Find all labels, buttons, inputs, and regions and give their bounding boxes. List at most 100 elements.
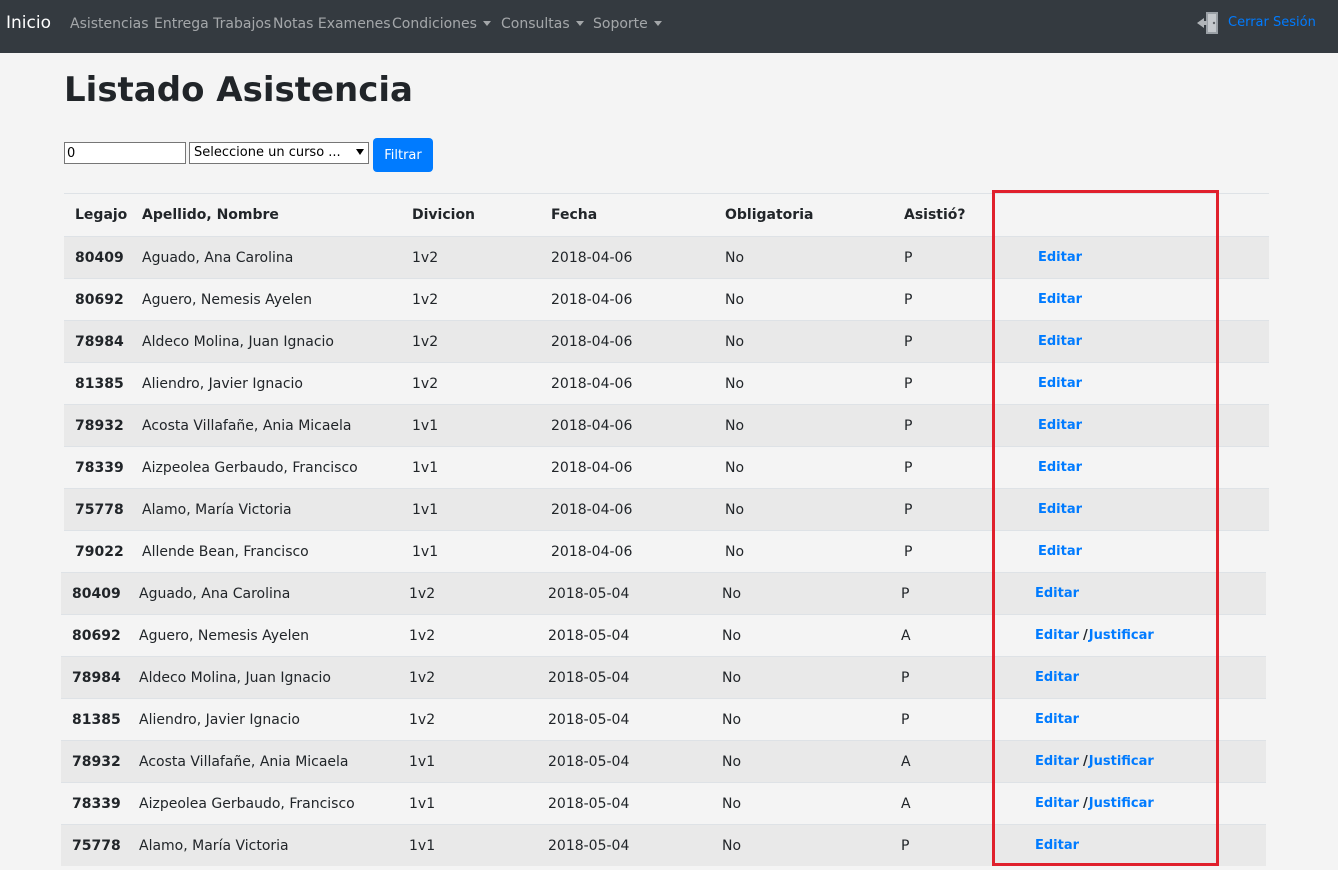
header-fecha: Fecha bbox=[551, 207, 598, 223]
nav-condiciones-dropdown[interactable]: Condiciones bbox=[392, 16, 491, 32]
course-select[interactable]: Seleccione un curso ... bbox=[189, 142, 369, 164]
table-row: 75778 Alamo, María Victoria 1v1 2018-05-04 N… bbox=[61, 824, 1266, 866]
table-row: 75778 Alamo, María Victoria 1v1 2018-04-06 N… bbox=[64, 488, 1269, 530]
row-actions: Editar bbox=[1038, 460, 1082, 475]
table-row: 78984 Aldeco Molina, Juan Ignacio 1v2 2018-… bbox=[61, 656, 1266, 698]
header-divicion: Divicion bbox=[412, 207, 476, 223]
row-actions: Editar bbox=[1035, 586, 1079, 601]
cell-asistio: A bbox=[901, 754, 911, 770]
row-actions: Editar bbox=[1035, 712, 1079, 727]
logout-door-icon[interactable] bbox=[1196, 10, 1222, 36]
justify-link[interactable]: Justificar bbox=[1089, 754, 1154, 769]
cell-nombre: Aizpeolea Gerbaudo, Francisco bbox=[142, 460, 358, 476]
table-row: 78339 Aizpeolea Gerbaudo, Francisco 1v1 201… bbox=[64, 446, 1269, 488]
cell-asistio: P bbox=[901, 670, 910, 686]
edit-link[interactable]: Editar bbox=[1038, 502, 1082, 517]
cell-fecha: 2018-04-06 bbox=[551, 250, 633, 266]
legajo-filter-input[interactable] bbox=[64, 142, 186, 164]
justify-link[interactable]: Justificar bbox=[1089, 796, 1154, 811]
edit-link[interactable]: Editar bbox=[1038, 418, 1082, 433]
cell-division: 1v2 bbox=[412, 376, 439, 392]
cell-division: 1v2 bbox=[412, 250, 439, 266]
cell-division: 1v1 bbox=[412, 544, 439, 560]
cell-legajo: 80409 bbox=[72, 586, 121, 602]
nav-soporte-dropdown[interactable]: Soporte bbox=[593, 16, 662, 32]
table-row: 81385 Aliendro, Javier Ignacio 1v2 2018-04-… bbox=[64, 362, 1269, 404]
edit-link[interactable]: Editar bbox=[1038, 334, 1082, 349]
cell-legajo: 81385 bbox=[72, 712, 121, 728]
nav-notas-examenes[interactable]: Notas Examenes bbox=[273, 16, 391, 32]
edit-link[interactable]: Editar bbox=[1038, 376, 1082, 391]
nav-consultas-label: Consultas bbox=[501, 16, 570, 32]
cell-obligatoria: No bbox=[725, 460, 745, 476]
cell-obligatoria: No bbox=[722, 712, 742, 728]
brand-home-link[interactable]: Inicio bbox=[6, 13, 51, 33]
row-actions: Editar bbox=[1038, 502, 1082, 517]
cell-legajo: 75778 bbox=[75, 502, 124, 518]
row-actions: Editar bbox=[1038, 376, 1082, 391]
cell-nombre: Aguero, Nemesis Ayelen bbox=[142, 292, 313, 308]
nav-condiciones-label: Condiciones bbox=[392, 16, 477, 32]
cell-legajo: 80409 bbox=[75, 250, 124, 266]
cell-legajo: 81385 bbox=[75, 376, 124, 392]
row-actions: Editar /Justificar bbox=[1035, 796, 1154, 811]
cell-nombre: Aldeco Molina, Juan Ignacio bbox=[142, 334, 334, 350]
row-actions: Editar bbox=[1038, 418, 1082, 433]
nav-asistencias[interactable]: Asistencias bbox=[70, 16, 149, 32]
header-apellido-nombre: Apellido, Nombre bbox=[142, 207, 279, 223]
cell-obligatoria: No bbox=[722, 754, 742, 770]
cell-asistio: P bbox=[901, 586, 910, 602]
edit-link[interactable]: Editar bbox=[1038, 544, 1082, 559]
row-actions: Editar bbox=[1038, 544, 1082, 559]
cell-asistio: P bbox=[904, 292, 913, 308]
cell-fecha: 2018-05-04 bbox=[548, 628, 630, 644]
edit-link[interactable]: Editar bbox=[1038, 292, 1082, 307]
cell-division: 1v2 bbox=[409, 712, 436, 728]
edit-link[interactable]: Editar bbox=[1035, 670, 1079, 685]
cell-nombre: Acosta Villafañe, Ania Micaela bbox=[139, 754, 349, 770]
cell-division: 1v2 bbox=[409, 628, 436, 644]
cell-fecha: 2018-04-06 bbox=[551, 460, 633, 476]
cell-nombre: Allende Bean, Francisco bbox=[142, 544, 309, 560]
cell-division: 1v1 bbox=[409, 754, 436, 770]
row-actions: Editar bbox=[1038, 250, 1082, 265]
cell-nombre: Aliendro, Javier Ignacio bbox=[139, 712, 300, 728]
justify-link[interactable]: Justificar bbox=[1089, 628, 1154, 643]
edit-link[interactable]: Editar bbox=[1035, 838, 1079, 853]
edit-link[interactable]: Editar bbox=[1038, 250, 1082, 265]
row-actions: Editar bbox=[1035, 838, 1079, 853]
edit-link[interactable]: Editar bbox=[1038, 460, 1082, 475]
cell-asistio: P bbox=[904, 418, 913, 434]
cell-fecha: 2018-05-04 bbox=[548, 754, 630, 770]
cell-division: 1v1 bbox=[409, 796, 436, 812]
cell-fecha: 2018-04-06 bbox=[551, 502, 633, 518]
chevron-down-icon bbox=[482, 21, 491, 26]
cell-fecha: 2018-04-06 bbox=[551, 292, 633, 308]
cell-asistio: P bbox=[901, 712, 910, 728]
chevron-down-icon bbox=[575, 21, 584, 26]
edit-link[interactable]: Editar bbox=[1035, 586, 1079, 601]
cell-fecha: 2018-05-04 bbox=[548, 670, 630, 686]
table-header-row: Legajo Apellido, Nombre Divicion Fecha O… bbox=[64, 194, 1269, 236]
table-row: 80692 Aguero, Nemesis Ayelen 1v2 2018-05-04… bbox=[61, 614, 1266, 656]
cell-nombre: Aguero, Nemesis Ayelen bbox=[139, 628, 310, 644]
row-actions: Editar bbox=[1035, 670, 1079, 685]
table-row: 78984 Aldeco Molina, Juan Ignacio 1v2 2018-… bbox=[64, 320, 1269, 362]
cell-fecha: 2018-05-04 bbox=[548, 796, 630, 812]
cell-legajo: 78932 bbox=[75, 418, 124, 434]
edit-link[interactable]: Editar bbox=[1035, 796, 1079, 811]
cell-obligatoria: No bbox=[722, 586, 742, 602]
course-select-value: Seleccione un curso ... bbox=[194, 145, 341, 160]
header-obligatoria: Obligatoria bbox=[725, 207, 814, 223]
nav-entrega-trabajos[interactable]: Entrega Trabajos bbox=[154, 16, 271, 32]
action-separator: / bbox=[1083, 628, 1088, 643]
edit-link[interactable]: Editar bbox=[1035, 712, 1079, 727]
filter-button[interactable]: Filtrar bbox=[373, 138, 433, 172]
cell-nombre: Alamo, María Victoria bbox=[139, 838, 289, 854]
edit-link[interactable]: Editar bbox=[1035, 628, 1079, 643]
cell-legajo: 78984 bbox=[72, 670, 121, 686]
nav-consultas-dropdown[interactable]: Consultas bbox=[501, 16, 584, 32]
edit-link[interactable]: Editar bbox=[1035, 754, 1079, 769]
logout-link[interactable]: Cerrar Sesión bbox=[1228, 15, 1316, 30]
cell-legajo: 80692 bbox=[75, 292, 124, 308]
